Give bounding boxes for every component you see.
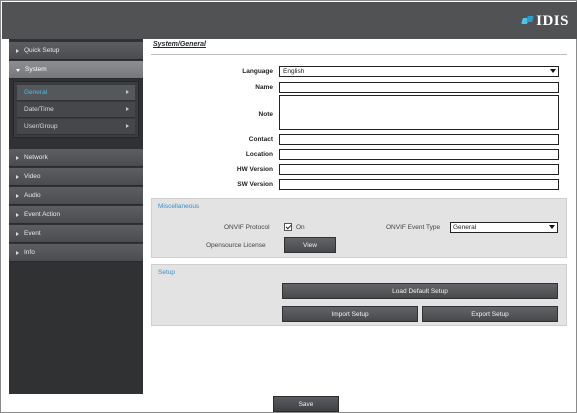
chevron-right-icon [16,174,19,179]
sidebar: Quick Setup System General Date/Time Use… [9,39,143,394]
sw-version-field [279,179,559,190]
sidebar-item-label: Network [24,154,48,161]
sidebar-item-video[interactable]: Video [9,168,143,186]
submenu-item-label: User/Group [24,123,58,130]
sidebar-item-info[interactable]: Info [9,244,143,262]
language-label: Language [242,68,273,75]
sidebar-item-network[interactable]: Network [9,149,143,167]
sidebar-item-label: System [25,66,47,73]
sidebar-item-label: Audio [24,192,41,199]
sidebar-item-event-action[interactable]: Event Action [9,206,143,224]
load-default-setup-button[interactable]: Load Default Setup [282,283,558,299]
sidebar-item-label: Video [24,173,41,180]
onvif-protocol-checkbox[interactable] [284,223,292,231]
system-submenu: General Date/Time User/Group [13,81,139,138]
onvif-event-type-select[interactable]: General [450,222,558,233]
onvif-event-type-label: ONVIF Event Type [386,224,441,231]
sidebar-item-label: Event Action [24,211,61,218]
chevron-right-icon [16,231,19,236]
chevron-right-icon [126,124,129,128]
brand-logo: IDIS [522,13,569,29]
chevron-down-icon [550,69,556,73]
sidebar-item-quick-setup[interactable]: Quick Setup [9,42,143,60]
chevron-right-icon [126,107,129,111]
chevron-down-icon [549,225,555,229]
sidebar-item-label: Quick Setup [24,47,60,54]
sidebar-item-system[interactable]: System [9,61,143,79]
hw-version-field [279,164,559,175]
language-select-value: English [283,68,305,75]
save-button[interactable]: Save [273,396,339,412]
note-textarea[interactable] [279,95,559,130]
sidebar-item-label: Info [24,249,35,256]
setup-section-title: Setup [158,269,175,276]
sidebar-item-audio[interactable]: Audio [9,187,143,205]
chevron-right-icon [16,212,19,217]
location-input[interactable] [279,149,559,160]
import-setup-button[interactable]: Import Setup [282,306,418,322]
misc-section: Miscellaneous ONVIF Protocol On ONVIF Ev… [151,198,567,258]
name-input[interactable] [279,82,559,93]
chevron-right-icon [16,193,19,198]
note-label: Note [258,111,273,118]
submenu-item-date-time[interactable]: Date/Time [17,102,135,118]
top-bar: IDIS [2,2,577,39]
onvif-event-type-value: General [453,224,477,231]
misc-section-title: Miscellaneous [158,203,200,210]
logo-icon [522,16,534,26]
language-select[interactable]: English [279,66,559,77]
chevron-right-icon [16,48,19,53]
onvif-checkbox-label: On [296,224,305,231]
page-title: System/General [153,41,206,48]
onvif-protocol-label: ONVIF Protocol [224,224,270,231]
submenu-item-general[interactable]: General [17,85,135,101]
chevron-right-icon [16,250,19,255]
chevron-down-icon [16,68,20,72]
opensource-license-label: Opensource License [206,242,266,249]
name-label: Name [255,84,273,91]
hw-version-label: HW Version [236,166,273,173]
sidebar-item-label: Event [24,230,41,237]
sidebar-item-event[interactable]: Event [9,225,143,243]
view-license-button[interactable]: View [284,237,336,253]
chevron-right-icon [126,90,129,94]
submenu-item-label: Date/Time [24,106,54,113]
title-divider [151,54,567,55]
export-setup-button[interactable]: Export Setup [422,306,558,322]
submenu-item-user-group[interactable]: User/Group [17,119,135,135]
app-window: IDIS Quick Setup System General Date/Tim… [0,0,577,413]
logo-text: IDIS [536,12,569,29]
submenu-item-label: General [24,89,48,96]
setup-section: Setup Load Default Setup Import Setup Ex… [151,264,567,326]
contact-label: Contact [248,136,273,143]
contact-input[interactable] [279,134,559,145]
chevron-right-icon [16,155,19,160]
location-label: Location [245,151,273,158]
sw-version-label: SW Version [237,181,273,188]
